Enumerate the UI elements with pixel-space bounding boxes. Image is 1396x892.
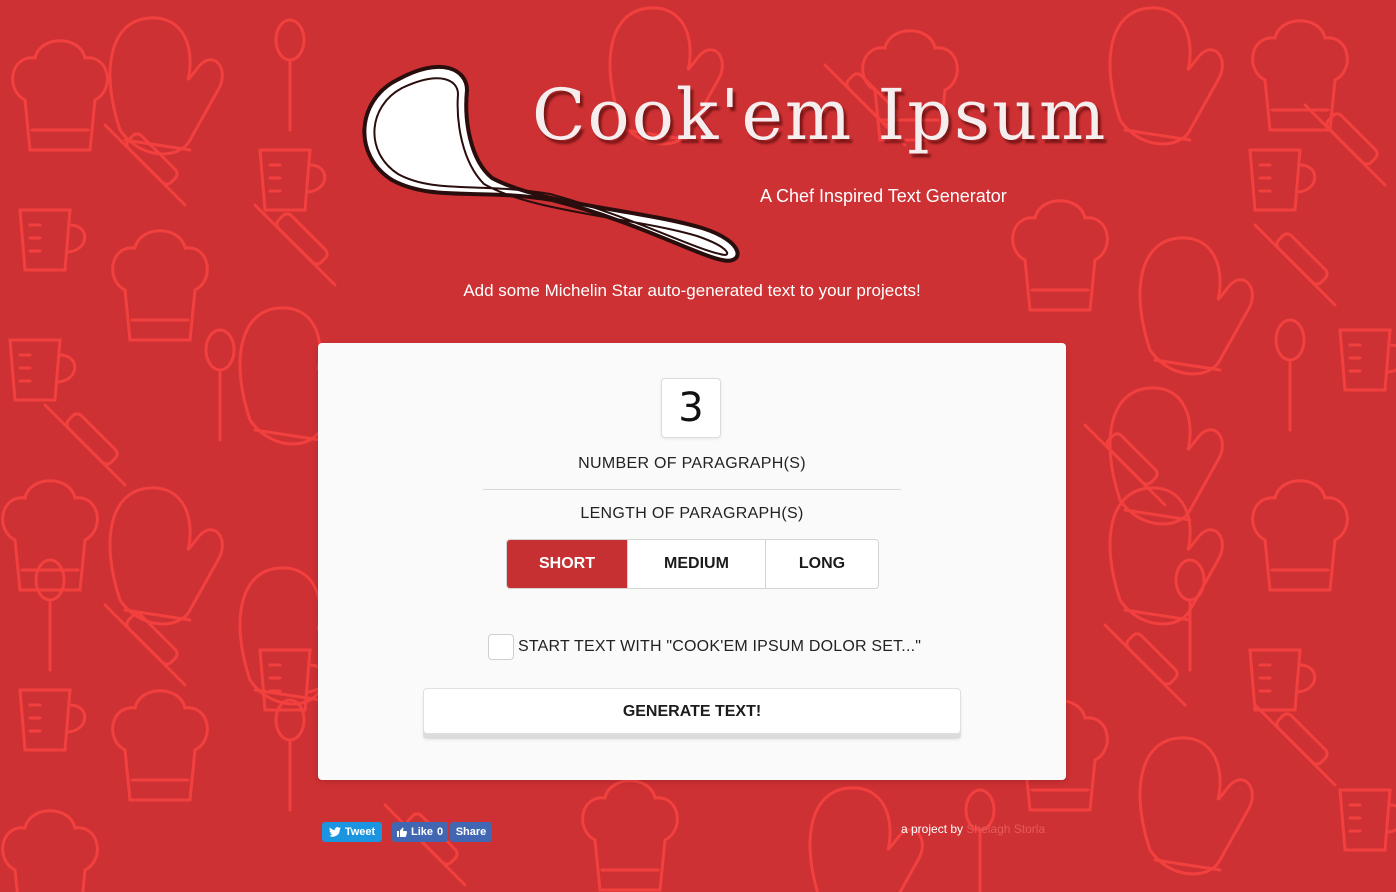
length-long-button[interactable]: LONG [766, 540, 878, 588]
start-text-label: START TEXT WITH "COOK'EM IPSUM DOLOR SET… [518, 638, 922, 655]
paragraph-count-label: NUMBER OF PARAGRAPH(S) [578, 455, 806, 472]
twitter-bird-icon [328, 827, 341, 837]
paragraph-count-input[interactable] [661, 378, 721, 438]
tagline: A Chef Inspired Text Generator [760, 186, 1007, 206]
facebook-share-button[interactable]: Share [450, 822, 492, 842]
credit-prefix: a project by [901, 822, 964, 836]
like-label: Like [411, 826, 434, 838]
tweet-button[interactable]: Tweet [322, 822, 382, 842]
start-text-option: START TEXT WITH "COOK'EM IPSUM DOLOR SET… [488, 634, 921, 660]
generator-card: NUMBER OF PARAGRAPH(S) LENGTH OF PARAGRA… [318, 343, 1066, 780]
author-link[interactable]: Shelagh Storla [966, 822, 1045, 836]
logo: Cook'em Ipsum A Chef Inspired Text Gener… [352, 60, 1105, 280]
paragraph-length-label: LENGTH OF PARAGRAPH(S) [580, 505, 804, 522]
length-medium-button[interactable]: MEDIUM [628, 540, 766, 588]
logo-title: Cook'em Ipsum [532, 74, 1108, 156]
intro-text: Add some Michelin Star auto-generated te… [463, 281, 921, 300]
length-selector: SHORT MEDIUM LONG [506, 539, 879, 589]
credit: a project by Shelagh Storla [901, 822, 1045, 836]
like-count: 0 [437, 826, 444, 838]
divider [483, 489, 901, 490]
generate-text-button[interactable]: GENERATE TEXT! [423, 688, 961, 734]
start-text-checkbox[interactable] [488, 634, 514, 660]
page: Cook'em Ipsum A Chef Inspired Text Gener… [0, 0, 1396, 892]
facebook-like-button[interactable]: Like 0 [392, 822, 448, 842]
tweet-label: Tweet [344, 826, 376, 838]
facebook-buttons: Like 0 Share [392, 822, 492, 842]
length-short-button[interactable]: SHORT [507, 540, 628, 588]
thumbs-up-icon [396, 826, 408, 838]
